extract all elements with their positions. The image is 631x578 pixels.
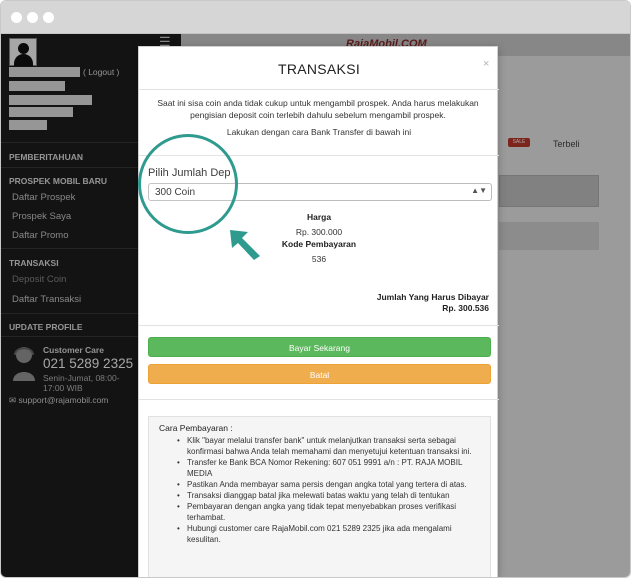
cara-pembayaran-box: Cara Pembayaran : Klik "bayar melalui tr…	[148, 416, 491, 577]
browser-window: ☰ ( Logout ) PEMBERITAHUAN PROSPEK MOBIL…	[0, 0, 631, 578]
list-item: Pembayaran dengan angka yang tidak tepat…	[159, 501, 480, 523]
batal-button[interactable]: Batal	[148, 364, 491, 384]
list-item: Transfer ke Bank BCA Nomor Rekening: 607…	[159, 457, 480, 479]
pointer-arrow-icon	[230, 230, 260, 260]
window-dot-icon	[27, 12, 38, 23]
divider	[139, 325, 499, 326]
window-dot-icon	[11, 12, 22, 23]
bayar-sekarang-button[interactable]: Bayar Sekarang	[148, 337, 491, 357]
transaksi-modal: TRANSAKSI × Saat ini sisa coin anda tida…	[138, 46, 499, 577]
kode-pembayaran-label: Kode Pembayaran	[281, 239, 357, 249]
list-item: Hubungi customer care RajaMobil.com 021 …	[159, 523, 480, 545]
cara-pembayaran-list: Klik "bayar melalui transfer bank" untuk…	[159, 435, 480, 545]
divider	[139, 399, 499, 400]
jumlah-dibayar-label: Jumlah Yang Harus Dibayar	[376, 292, 489, 302]
list-item: Transaksi dianggap batal jika melewati b…	[159, 490, 480, 501]
divider	[139, 89, 499, 90]
kode-pembayaran-value: 536	[311, 254, 327, 264]
window-dot-icon	[43, 12, 54, 23]
browser-chrome	[1, 1, 630, 34]
jumlah-dibayar-value: Rp. 300.536	[442, 303, 489, 313]
highlight-circle	[138, 134, 238, 234]
select-arrows-icon: ▲▼	[471, 186, 487, 195]
cara-pembayaran-title: Cara Pembayaran :	[159, 423, 233, 433]
intro-text: Saat ini sisa coin anda tidak cukup untu…	[157, 98, 479, 120]
close-icon[interactable]: ×	[483, 58, 489, 70]
modal-title: TRANSAKSI	[277, 61, 361, 77]
list-item: Klik "bayar melalui transfer bank" untuk…	[159, 435, 480, 457]
list-item: Pastikan Anda membayar sama persis denga…	[159, 479, 480, 490]
